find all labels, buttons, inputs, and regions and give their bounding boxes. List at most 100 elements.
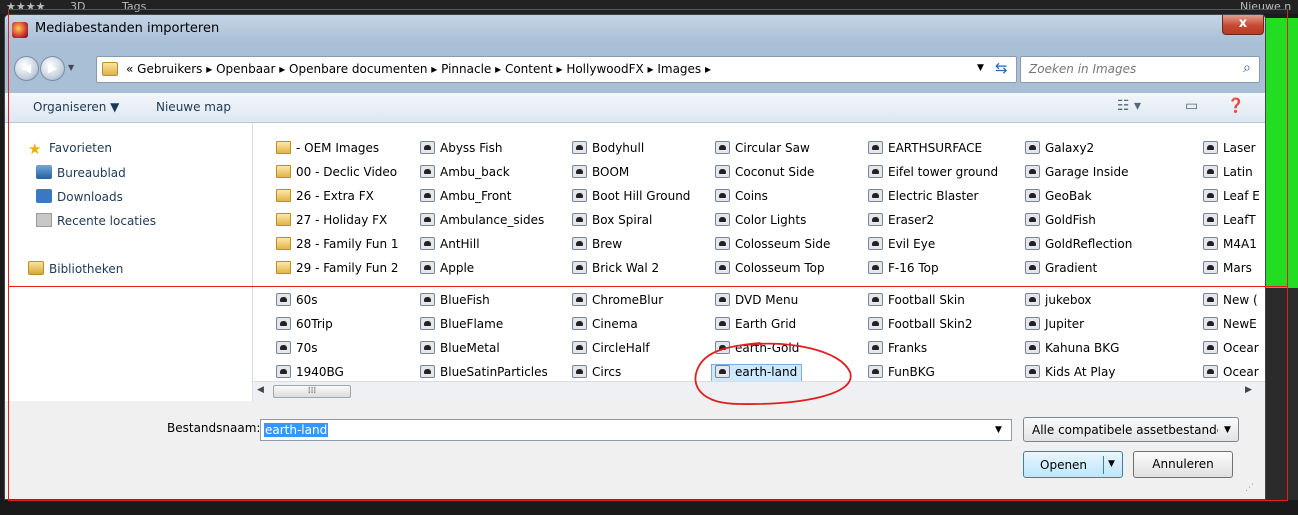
file-item[interactable]: ChromeBlur [572, 293, 663, 311]
search-input[interactable]: Zoeken in Images ⌕ [1020, 56, 1260, 83]
scroll-thumb[interactable]: ⁞⁞⁞ [273, 385, 351, 398]
scroll-left-icon[interactable]: ◀ [257, 385, 264, 395]
address-dropdown-icon[interactable]: ▼ [977, 63, 984, 73]
file-item[interactable]: BlueFlame [420, 317, 503, 335]
file-item[interactable]: Garage Inside [1025, 165, 1128, 183]
file-item[interactable]: BlueFish [420, 293, 490, 311]
file-item[interactable]: Latin [1203, 165, 1253, 183]
file-item[interactable]: Eifel tower ground [868, 165, 998, 183]
folder-item[interactable]: - OEM Images [276, 141, 379, 159]
forward-button[interactable]: ▶ [40, 56, 65, 81]
filename-value[interactable]: earth-land [264, 423, 329, 437]
file-item[interactable]: DVD Menu [715, 293, 798, 311]
filename-dropdown-icon[interactable]: ▼ [995, 425, 1002, 435]
file-item[interactable]: LeafT [1203, 213, 1256, 231]
file-item[interactable]: GoldReflection [1025, 237, 1132, 255]
file-item[interactable]: Earth Grid [715, 317, 796, 335]
file-item[interactable]: Colosseum Side [715, 237, 830, 255]
file-item[interactable]: Brick Wal 2 [572, 261, 659, 279]
file-item[interactable]: Football Skin [868, 293, 965, 311]
file-item[interactable]: 70s [276, 341, 318, 359]
file-item[interactable]: 60s [276, 293, 318, 311]
file-item[interactable]: FunBKG [868, 365, 935, 381]
resize-grip-icon[interactable]: ⋰ [1245, 483, 1254, 493]
file-item[interactable]: BlueMetal [420, 341, 500, 359]
file-item[interactable]: Franks [868, 341, 927, 359]
file-item[interactable]: Ambu_Front [420, 189, 511, 207]
file-item[interactable]: Circular Saw [715, 141, 810, 159]
filename-input[interactable]: earth-land ▼ [260, 419, 1012, 441]
nav-recent[interactable]: Recente locaties [36, 213, 156, 231]
file-item[interactable]: BOOM [572, 165, 629, 183]
horizontal-scrollbar[interactable]: ◀ ⁞⁞⁞ ▶ [253, 381, 1265, 401]
file-item[interactable]: Galaxy2 [1025, 141, 1094, 159]
organize-button[interactable]: Organiseren ▼ [33, 100, 119, 114]
nav-desktop[interactable]: Bureaublad [36, 165, 126, 183]
file-item[interactable]: Mars [1203, 261, 1252, 279]
file-item[interactable]: Electric Blaster [868, 189, 978, 207]
open-button[interactable]: Openen ▼ [1023, 451, 1123, 478]
file-item[interactable]: Color Lights [715, 213, 806, 231]
folder-item[interactable]: 29 - Family Fun 2 [276, 261, 399, 279]
file-item[interactable]: BlueSatinParticles [420, 365, 548, 381]
file-item[interactable]: 60Trip [276, 317, 333, 335]
new-folder-button[interactable]: Nieuwe map [156, 100, 231, 114]
file-item[interactable]: Coins [715, 189, 768, 207]
file-item[interactable]: NewE [1203, 317, 1257, 335]
file-item[interactable]: CircleHalf [572, 341, 650, 359]
refresh-icon[interactable]: ⇆ [995, 59, 1008, 77]
file-item[interactable]: Ocear [1203, 341, 1259, 359]
file-item[interactable]: Ocear [1203, 365, 1259, 381]
file-item[interactable]: Ambulance_sides [420, 213, 544, 231]
file-item[interactable]: jukebox [1025, 293, 1092, 311]
file-item[interactable]: AntHill [420, 237, 480, 255]
nav-downloads[interactable]: Downloads [36, 189, 123, 207]
file-item[interactable]: New ( [1203, 293, 1258, 311]
file-item[interactable]: Apple [420, 261, 474, 279]
file-item[interactable]: Gradient [1025, 261, 1097, 279]
file-item[interactable]: Abyss Fish [420, 141, 502, 159]
folder-item[interactable]: 26 - Extra FX [276, 189, 374, 207]
file-item[interactable]: Kids At Play [1025, 365, 1115, 381]
folder-item[interactable]: 28 - Family Fun 1 [276, 237, 399, 255]
breadcrumb[interactable]: « Gebruikers ▸ Openbaar ▸ Openbare docum… [126, 62, 711, 76]
file-item[interactable]: Eraser2 [868, 213, 934, 231]
file-item[interactable]: Ambu_back [420, 165, 510, 183]
scroll-right-icon[interactable]: ▶ [1245, 385, 1252, 395]
file-item[interactable]: Jupiter [1025, 317, 1084, 335]
close-button[interactable]: x [1222, 15, 1264, 35]
recent-pages-dropdown-icon[interactable]: ▼ [68, 63, 74, 72]
folder-item[interactable]: 00 - Declic Video [276, 165, 397, 183]
file-item[interactable]: GeoBak [1025, 189, 1092, 207]
file-item[interactable]: Box Spiral [572, 213, 652, 231]
nav-libraries[interactable]: Bibliotheken [28, 261, 123, 279]
file-item[interactable]: Leaf E [1203, 189, 1260, 207]
back-button[interactable]: ◀ [14, 56, 39, 81]
file-item[interactable]: Laser [1203, 141, 1256, 159]
file-item[interactable]: Kahuna BKG [1025, 341, 1119, 359]
file-item[interactable]: M4A1 [1203, 237, 1257, 255]
file-item[interactable]: 1940BG [276, 365, 344, 381]
cancel-button[interactable]: Annuleren [1133, 451, 1233, 478]
file-item[interactable]: earth-land [711, 364, 803, 381]
file-item[interactable]: Cinema [572, 317, 638, 335]
file-type-select[interactable]: Alle compatibele assetbestande ▼ [1023, 417, 1239, 442]
file-item[interactable]: Football Skin2 [868, 317, 972, 335]
address-bar[interactable]: « Gebruikers ▸ Openbaar ▸ Openbare docum… [96, 56, 1017, 83]
file-item[interactable]: Coconut Side [715, 165, 814, 183]
file-item[interactable]: F-16 Top [868, 261, 939, 279]
file-item[interactable]: Brew [572, 237, 622, 255]
view-options-icon[interactable]: ☷ ▾ [1117, 98, 1141, 114]
title-bar[interactable]: Mediabestanden importeren x [5, 15, 1265, 43]
file-item[interactable]: Circs [572, 365, 621, 381]
file-item[interactable]: GoldFish [1025, 213, 1096, 231]
nav-favorites[interactable]: ★ Favorieten [28, 141, 112, 159]
file-item[interactable]: EARTHSURFACE [868, 141, 982, 159]
file-item[interactable]: Colosseum Top [715, 261, 825, 279]
file-item[interactable]: Boot Hill Ground [572, 189, 690, 207]
search-icon[interactable]: ⌕ [1243, 60, 1251, 76]
file-item[interactable]: earth-Gold [715, 341, 799, 359]
folder-item[interactable]: 27 - Holiday FX [276, 213, 387, 231]
file-item[interactable]: Bodyhull [572, 141, 644, 159]
preview-pane-icon[interactable]: ▭ [1185, 98, 1198, 114]
